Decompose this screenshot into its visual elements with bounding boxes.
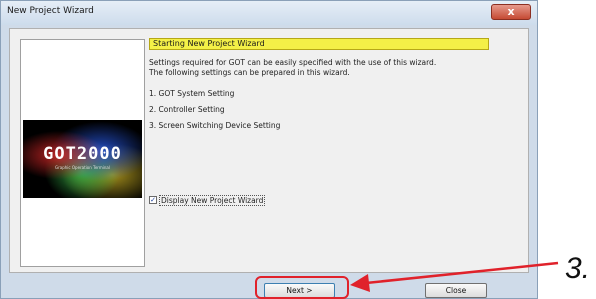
callout-step-label: 3. xyxy=(565,252,591,285)
callout-arrow-line xyxy=(365,261,559,285)
callout-arrow-head xyxy=(350,274,370,292)
callout-arrow xyxy=(350,261,559,292)
